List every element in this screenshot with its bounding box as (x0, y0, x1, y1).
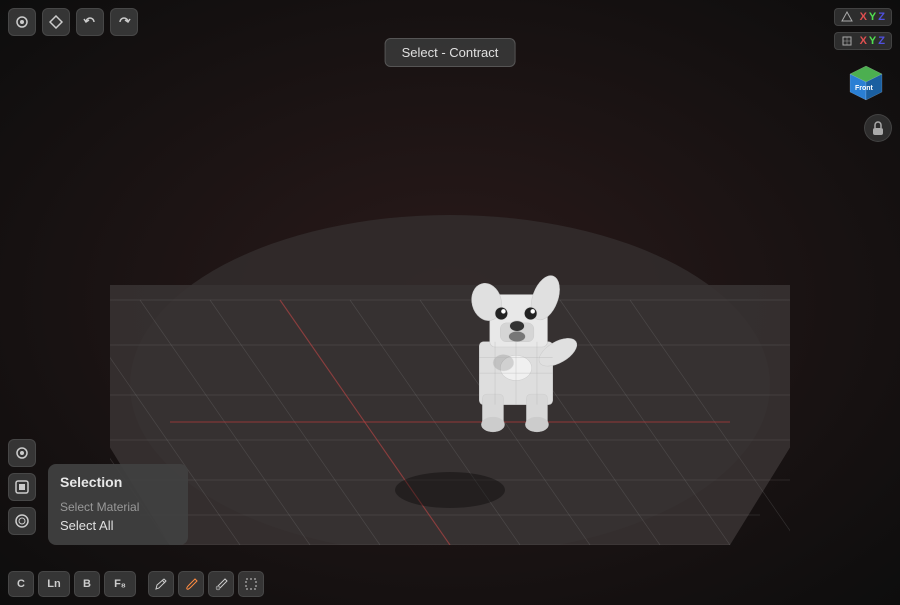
axis-top-right: X Y Z X Y Z (834, 8, 892, 142)
bottom-toolbar: C Ln B F₈ (8, 571, 264, 597)
axis-row-1: X Y Z (834, 8, 892, 26)
b-btn[interactable]: B (74, 571, 100, 597)
panel-icon-1[interactable] (8, 439, 36, 467)
viewport: Select - Contract X Y Z X Y (0, 0, 900, 605)
pencil-tool[interactable] (148, 571, 174, 597)
lock-icon-btn[interactable] (864, 114, 892, 142)
svg-text:Front: Front (855, 85, 874, 92)
tooltip-text: Select - Contract (402, 45, 499, 60)
axis-indicator-2[interactable]: X Y Z (834, 32, 892, 50)
axis-row-2: X Y Z (834, 32, 892, 50)
front-cube[interactable]: Front (840, 56, 892, 108)
diamond-btn[interactable] (42, 8, 70, 36)
cursor-btn[interactable] (8, 8, 36, 36)
select-material-item[interactable]: Select Material (60, 498, 176, 516)
axis-indicator-1[interactable]: X Y Z (834, 8, 892, 26)
left-panel (8, 439, 36, 535)
selection-popup: Selection Select Material Select All (48, 464, 188, 545)
redo-btn[interactable] (110, 8, 138, 36)
ln-btn[interactable]: Ln (38, 571, 70, 597)
dog-model (406, 237, 626, 457)
popup-title: Selection (60, 474, 176, 490)
undo-btn[interactable] (76, 8, 104, 36)
panel-icon-2[interactable] (8, 473, 36, 501)
select-contract-tooltip: Select - Contract (385, 38, 516, 67)
c-btn[interactable]: C (8, 571, 34, 597)
panel-icon-3[interactable] (8, 507, 36, 535)
select-all-item[interactable]: Select All (60, 516, 176, 535)
brush-tool[interactable] (178, 571, 204, 597)
f8-btn[interactable]: F₈ (104, 571, 136, 597)
top-toolbar (8, 8, 138, 36)
select-region-tool[interactable] (238, 571, 264, 597)
color-brush-tool[interactable] (208, 571, 234, 597)
